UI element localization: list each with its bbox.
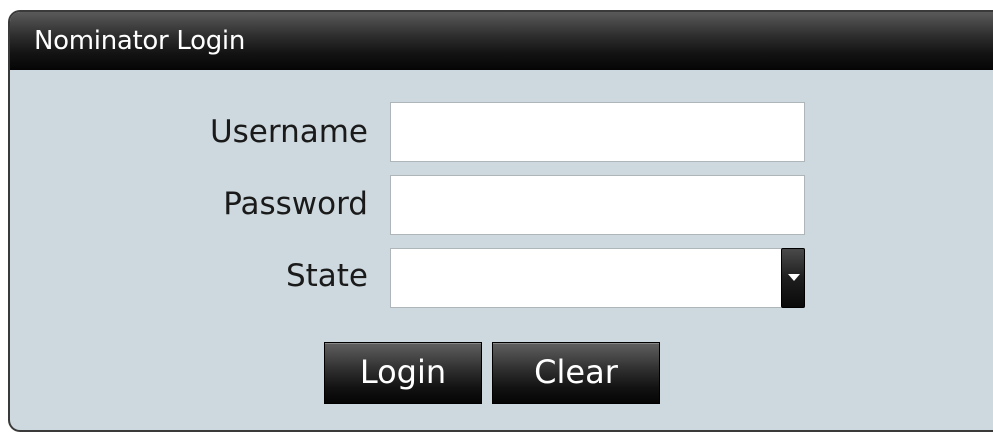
password-input[interactable] xyxy=(390,175,805,235)
state-label: State xyxy=(285,258,368,294)
username-label: Username xyxy=(209,114,368,150)
dialog-titlebar: Nominator Login xyxy=(10,12,993,70)
chevron-down-icon xyxy=(788,274,800,281)
state-dropdown-button[interactable] xyxy=(781,248,805,308)
username-input[interactable] xyxy=(390,102,805,162)
clear-button[interactable]: Clear xyxy=(492,342,660,404)
login-button[interactable]: Login xyxy=(324,342,482,404)
state-dropdown[interactable] xyxy=(390,248,805,308)
nominator-login-dialog: Nominator Login Username Password State … xyxy=(8,10,993,432)
dialog-title: Nominator Login xyxy=(34,26,246,56)
password-label: Password xyxy=(223,186,368,222)
